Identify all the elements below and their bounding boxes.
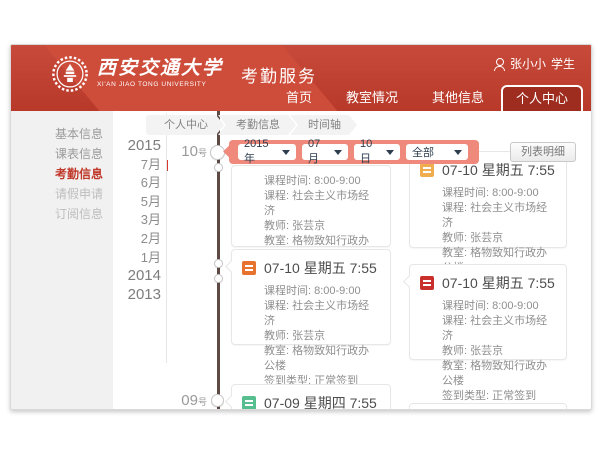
app-title: 考勤服务	[241, 62, 317, 87]
timeline-node-day10[interactable]	[210, 145, 225, 160]
type-select[interactable]: 全部	[406, 144, 468, 160]
rail-month-7-active[interactable]: 7月	[128, 156, 161, 175]
classroom: 教室: 格物致知行政办公楼	[264, 344, 380, 374]
course-time: 课程时间: 8:00-9:00	[442, 186, 556, 201]
red-calendar-icon	[420, 276, 434, 290]
nav-tab-personal-center[interactable]: 个人中心	[501, 85, 583, 111]
card-date: 07-10 星期五 7:55	[442, 273, 555, 293]
teacher: 教师: 张芸京	[442, 344, 556, 359]
course-time: 课程时间: 8:00-9:00	[264, 174, 380, 189]
rail-month-1[interactable]: 1月	[128, 249, 161, 268]
orange-calendar-icon	[242, 261, 256, 275]
green-calendar-icon	[242, 396, 256, 410]
teacher: 教师: 张芸京	[264, 219, 380, 234]
sidebar-item-basic-info[interactable]: 基本信息	[11, 124, 113, 144]
university-name-cn: 西安交通大学	[97, 59, 223, 78]
timeline-node-day09[interactable]	[211, 394, 224, 407]
course-time: 课程时间: 8:00-9:00	[264, 284, 380, 299]
course-name: 课程: 社会主义市场经济	[442, 201, 556, 231]
rail-month-2[interactable]: 2月	[128, 230, 161, 249]
sidebar: 基本信息 课表信息 考勤信息 请假申请 订阅信息	[11, 111, 113, 409]
list-detail-button[interactable]: 列表明细	[510, 142, 576, 162]
filter-bar: 2015年 07月 10日 全部	[229, 140, 479, 164]
chevron-down-icon	[454, 150, 462, 155]
filter-bar-notch	[223, 145, 236, 158]
year-month-rail: 2015 7月 6月 5月 3月 2月 1月 2014 2013	[128, 137, 161, 304]
amber-calendar-icon	[420, 163, 434, 177]
sidebar-item-subscription[interactable]: 订阅信息	[11, 204, 113, 224]
chevron-down-icon	[282, 150, 290, 155]
classroom: 教室: 格物致知行政办公楼	[442, 359, 556, 389]
attendance-card[interactable]: 07-09 星期四 7:55	[231, 384, 391, 410]
nav-item-classrooms[interactable]: 教室情况	[329, 85, 415, 111]
day-marker-09: 09号	[181, 392, 207, 410]
breadcrumb: 个人中心 考勤信息 时间轴	[146, 115, 357, 135]
main-nav: 首页 教室情况 其他信息 个人中心	[269, 85, 583, 111]
timeline-node[interactable]	[214, 163, 223, 172]
chevron-down-icon	[386, 150, 394, 155]
sidebar-item-leave-request[interactable]: 请假申请	[11, 184, 113, 204]
attendance-card[interactable]: 07-10 星期五 7:55 课程时间: 8:00-9:00 课程: 社会主义市…	[409, 264, 567, 360]
rail-month-6[interactable]: 6月	[128, 174, 161, 193]
teacher: 教师: 张芸京	[442, 231, 556, 246]
university-name: 西安交通大学 XI'AN JIAO TONG UNIVERSITY	[97, 59, 223, 89]
sidebar-item-attendance[interactable]: 考勤信息	[11, 164, 113, 184]
course-name: 课程: 社会主义市场经济	[264, 299, 380, 329]
attendance-card[interactable]: 07-10 星期五 7:55 课程时间: 8:00-9:00 课程: 社会主义市…	[231, 249, 391, 345]
university-name-en: XI'AN JIAO TONG UNIVERSITY	[97, 82, 223, 89]
year-select[interactable]: 2015年	[238, 144, 296, 160]
timeline-node[interactable]	[214, 274, 223, 283]
card-date: 07-09 星期四 7:55	[264, 393, 377, 410]
teacher: 教师: 张芸京	[264, 329, 380, 344]
rail-month-5[interactable]: 5月	[128, 193, 161, 212]
course-time: 课程时间: 8:00-9:00	[442, 299, 556, 314]
course-name: 课程: 社会主义市场经济	[264, 189, 380, 219]
user-icon	[494, 58, 505, 70]
user-role: 学生	[551, 55, 575, 72]
rail-year-2015[interactable]: 2015	[128, 137, 161, 156]
breadcrumb-personal-center[interactable]: 个人中心	[146, 115, 224, 135]
month-select[interactable]: 07月	[302, 144, 348, 160]
rail-year-2014[interactable]: 2014	[128, 267, 161, 286]
rail-month-3[interactable]: 3月	[128, 211, 161, 230]
attendance-card[interactable]	[409, 403, 567, 410]
breadcrumb-timeline[interactable]: 时间轴	[290, 115, 357, 135]
attendance-card[interactable]: 07-10 星期五 7:55 课程时间: 8:00-9:00 课程: 社会主义市…	[409, 151, 567, 248]
nav-item-other-info[interactable]: 其他信息	[415, 85, 501, 111]
signin-type: 签到类型: 正常签到	[442, 389, 556, 404]
timeline-node[interactable]	[214, 259, 223, 268]
day-select[interactable]: 10日	[354, 144, 400, 160]
attendance-card[interactable]: 课程时间: 8:00-9:00 课程: 社会主义市场经济 教师: 张芸京 教室:…	[231, 165, 391, 247]
app-window: 西安交通大学 XI'AN JIAO TONG UNIVERSITY 考勤服务 张…	[10, 44, 592, 410]
chevron-down-icon	[334, 150, 342, 155]
user-info[interactable]: 张小小 学生	[494, 55, 575, 72]
course-name: 课程: 社会主义市场经济	[442, 314, 556, 344]
day-marker-10: 10号	[181, 143, 207, 161]
page: 西安交通大学 XI'AN JIAO TONG UNIVERSITY 考勤服务 张…	[0, 0, 600, 450]
rail-divider	[166, 113, 167, 363]
nav-item-home[interactable]: 首页	[269, 85, 329, 111]
sidebar-item-timetable[interactable]: 课表信息	[11, 144, 113, 164]
card-date: 07-10 星期五 7:55	[264, 258, 377, 278]
university-logo-icon	[51, 55, 89, 93]
app-header: 西安交通大学 XI'AN JIAO TONG UNIVERSITY 考勤服务 张…	[11, 45, 591, 111]
rail-year-2013[interactable]: 2013	[128, 286, 161, 305]
user-name: 张小小	[510, 55, 546, 72]
breadcrumb-attendance[interactable]: 考勤信息	[218, 115, 296, 135]
